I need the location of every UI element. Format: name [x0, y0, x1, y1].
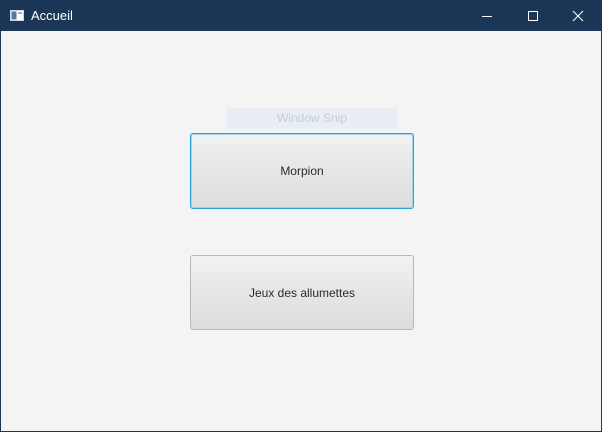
close-icon	[572, 10, 584, 22]
minimize-button[interactable]	[464, 1, 510, 31]
main-content: Window Snip Morpion Jeux des allumettes	[1, 31, 601, 431]
app-icon	[10, 10, 24, 21]
close-button[interactable]	[555, 1, 601, 31]
maximize-button[interactable]	[510, 1, 556, 31]
window-snip-label: Window Snip	[226, 108, 398, 129]
maximize-icon	[528, 11, 538, 21]
window-title: Accueil	[31, 8, 73, 23]
allumettes-button[interactable]: Jeux des allumettes	[190, 255, 414, 330]
title-bar[interactable]: Accueil	[1, 1, 601, 31]
app-window: Accueil Window Snip Morpion Jeux des all…	[0, 0, 602, 432]
morpion-button[interactable]: Morpion	[190, 133, 414, 209]
minimize-icon	[482, 16, 492, 17]
